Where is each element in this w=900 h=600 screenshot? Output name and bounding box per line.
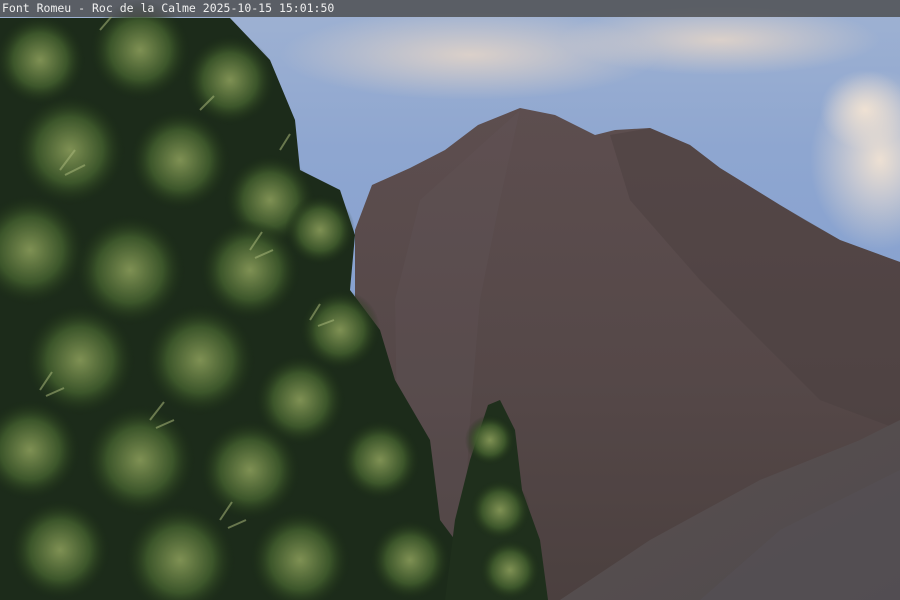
timestamp-bar: Font Romeu - Roc de la Calme 2025-10-15 … [0, 0, 900, 17]
scene [0, 0, 900, 600]
camera-caption: Font Romeu - Roc de la Calme 2025-10-15 … [2, 1, 335, 15]
webcam-frame: Font Romeu - Roc de la Calme 2025-10-15 … [0, 0, 900, 600]
